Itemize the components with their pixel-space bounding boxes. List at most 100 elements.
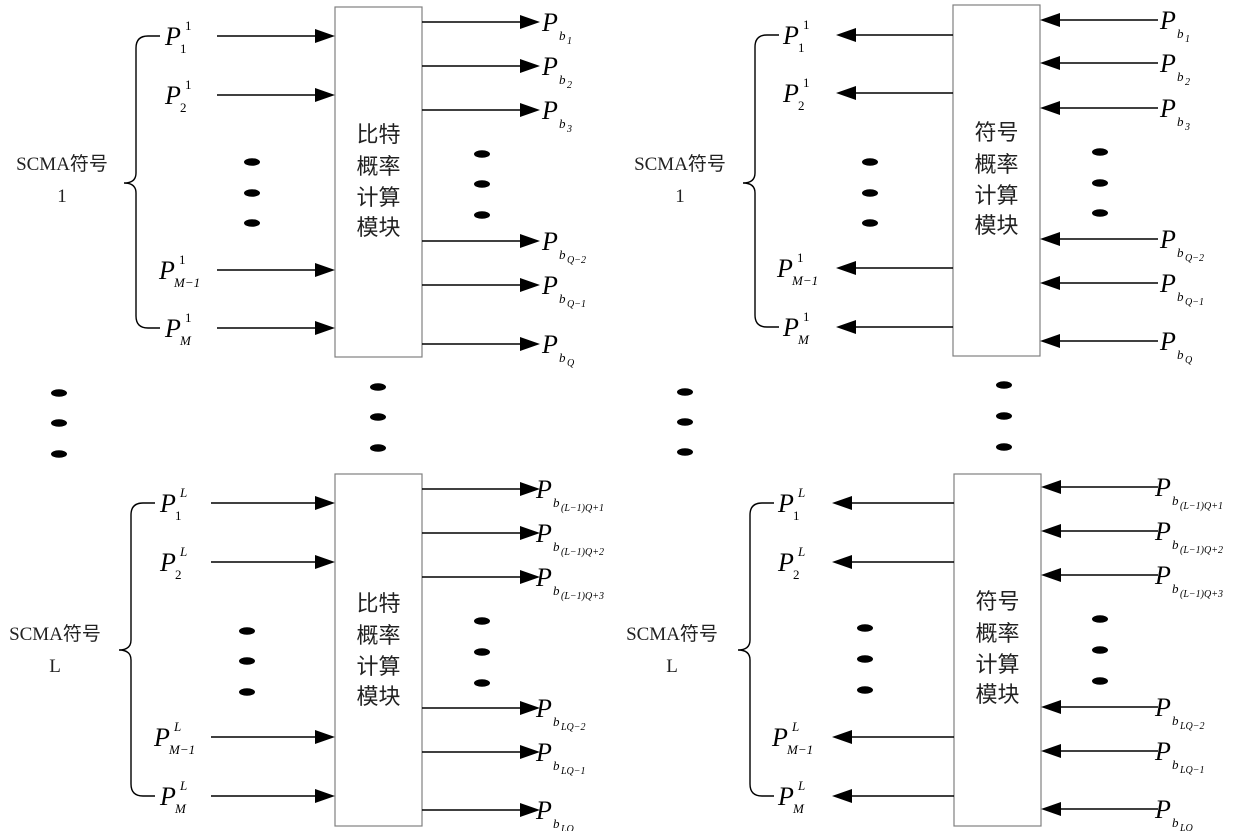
label-base: P — [159, 548, 176, 577]
bit-probability-label: Pb LQ−1 — [535, 738, 586, 777]
symbol-probability-label: P L 1 — [777, 485, 805, 523]
module-label-line: 计算 — [974, 184, 1018, 209]
vertical-ellipsis-icon — [857, 624, 873, 694]
label-superscript: L — [179, 544, 187, 559]
curly-brace-icon — [742, 34, 779, 328]
label-sub-subscript: (L−1)Q+3 — [1180, 589, 1223, 600]
label-subscript: b — [553, 714, 560, 729]
module-label-line: 模块 — [974, 214, 1018, 239]
ellipsis-dot — [677, 418, 693, 426]
label-subscript: M — [179, 333, 192, 348]
label-base: P — [164, 314, 181, 343]
label-base: P — [1154, 737, 1171, 766]
ellipsis-dot — [996, 412, 1012, 420]
symbol-probability-label: P L 2 — [159, 544, 187, 582]
bit-probability-label: Pb2 — [541, 52, 572, 91]
ellipsis-dot — [244, 189, 260, 197]
module-label-line: 比特 — [356, 592, 400, 617]
symbol-probability-label: P 1 M−1 — [158, 252, 200, 290]
arrow-right-icon — [217, 88, 335, 102]
label-subscript: b — [553, 758, 560, 773]
ellipsis-dot — [862, 219, 878, 227]
module-label-line: 计算 — [356, 186, 400, 211]
label-sub-subscript: (L−1)Q+3 — [561, 591, 604, 602]
label-base: P — [535, 738, 552, 767]
ellipsis-dot — [857, 686, 873, 694]
ellipsis-dot — [1092, 209, 1108, 217]
label-superscript: L — [797, 778, 805, 793]
label-base: P — [164, 22, 181, 51]
module-label-line: 概率 — [974, 153, 1018, 178]
label-superscript: L — [797, 485, 805, 500]
arrow-right-icon — [422, 701, 540, 715]
ellipsis-dot — [51, 450, 67, 458]
ellipsis-dot — [1092, 646, 1108, 654]
ellipsis-dot — [474, 679, 490, 687]
label-subscript: b — [559, 72, 566, 87]
ellipsis-dot — [1092, 148, 1108, 156]
arrow-right-icon — [422, 234, 540, 248]
label-sub-subscript: Q−1 — [1185, 297, 1204, 308]
label-sub-subscript: Q−2 — [567, 255, 586, 266]
vertical-ellipsis-icon — [370, 383, 386, 452]
label-subscript: b — [553, 495, 560, 510]
ellipsis-dot — [1092, 677, 1108, 685]
bit-probability-label: Pb LQ−1 — [1154, 737, 1205, 776]
label-base: P — [159, 782, 176, 811]
label-subscript: b — [559, 28, 566, 43]
label-sub-subscript: Q−2 — [1185, 253, 1204, 264]
arrow-left-icon — [1040, 276, 1158, 290]
ellipsis-dot — [857, 655, 873, 663]
arrow-right-icon — [422, 103, 540, 117]
group-label: SCMA符号 — [16, 153, 108, 175]
ellipsis-dot — [370, 444, 386, 452]
scma-probability-diagram: 比特概率计算模块SCMA符号1P 11P 12P 1M−1P 1MP b 1P b 2P b 3P b… — [9, 4, 1223, 831]
label-subscript: b — [1177, 245, 1184, 260]
label-sub-subscript: (L−1)Q+1 — [1180, 501, 1223, 512]
label-subscript: b — [1172, 493, 1179, 508]
label-subscript: b — [1172, 581, 1179, 596]
symbol-probability-label: P L 2 — [777, 544, 805, 582]
symbol-probability-label: P 1 1 — [164, 18, 192, 56]
label-sub-subscript: LQ−2 — [560, 722, 586, 733]
label-superscript: 1 — [185, 77, 192, 92]
label-superscript: 1 — [185, 310, 192, 325]
label-superscript: 1 — [797, 250, 804, 265]
label-sub-subscript: (L−1)Q+1 — [561, 503, 604, 514]
bit-probability-label: Pb LQ — [1154, 795, 1194, 831]
arrow-left-icon — [1041, 700, 1158, 714]
label-subscript: M−1 — [791, 273, 818, 288]
arrow-right-icon — [422, 745, 540, 759]
label-sub-subscript: 1 — [567, 36, 572, 47]
arrow-left-icon — [1041, 568, 1158, 582]
bit-probability-label: Pb (L−1)Q+2 — [535, 519, 604, 558]
label-sub-subscript: LQ−1 — [560, 766, 586, 777]
label-subscript: 1 — [793, 508, 800, 523]
label-base: P — [1154, 795, 1171, 824]
label-base: P — [535, 475, 552, 504]
label-sub-subscript: LQ — [560, 824, 575, 831]
ellipsis-dot — [1092, 615, 1108, 623]
group-index: 1 — [675, 186, 685, 207]
vertical-ellipsis-icon — [677, 388, 693, 456]
module-label-line: 符号 — [974, 121, 1018, 146]
arrow-right-icon — [217, 29, 335, 43]
label-base: P — [541, 271, 558, 300]
group-index: L — [666, 656, 678, 677]
label-sub-subscript: Q−1 — [567, 299, 586, 310]
arrow-right-icon — [422, 337, 540, 351]
label-sub-subscript: 2 — [1185, 77, 1190, 88]
label-base: P — [541, 8, 558, 37]
bit-probability-label: PbQ — [1159, 327, 1193, 366]
label-base: P — [1154, 561, 1171, 590]
label-sub-subscript: Q — [1185, 355, 1193, 366]
label-subscript: M — [792, 801, 805, 816]
label-superscript: 1 — [185, 18, 192, 33]
arrow-left-icon — [832, 496, 954, 510]
label-sub-subscript: Q — [567, 358, 575, 369]
bit-probability-label: Pb (L−1)Q+1 — [1154, 473, 1223, 512]
arrow-right-icon — [422, 15, 540, 29]
ellipsis-dot — [862, 158, 878, 166]
ellipsis-dot — [857, 624, 873, 632]
ellipsis-dot — [239, 627, 255, 635]
